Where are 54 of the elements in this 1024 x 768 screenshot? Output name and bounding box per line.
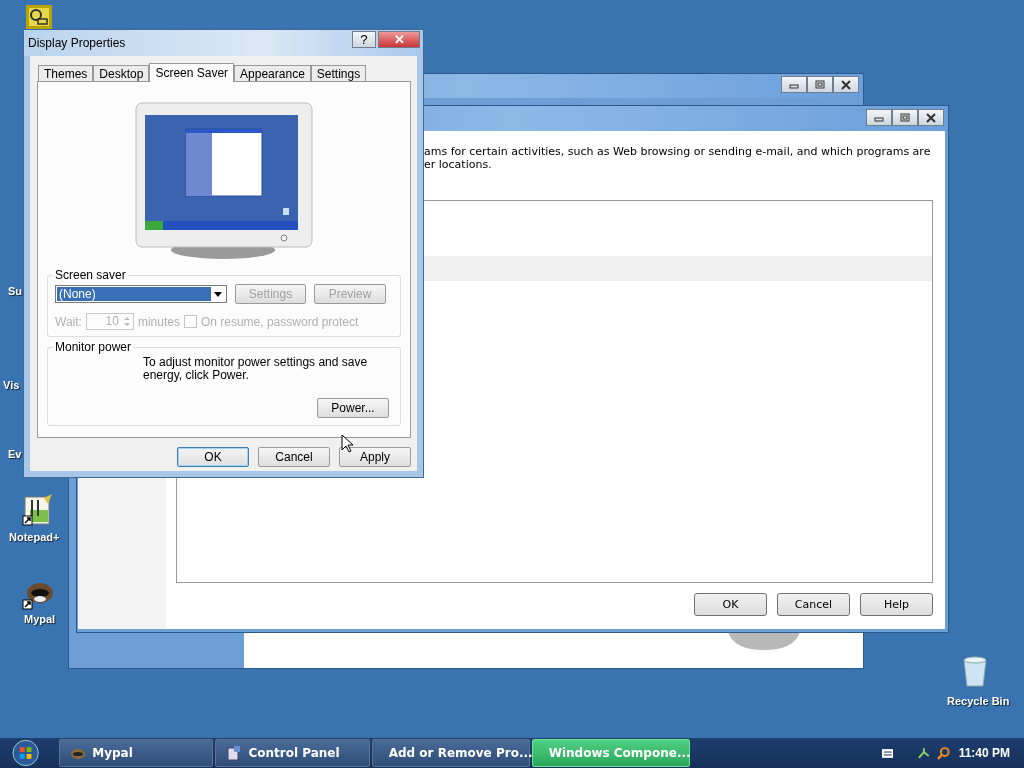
- dialog-button[interactable]: Help: [860, 593, 933, 616]
- recycle-bin-icon: [962, 656, 988, 688]
- wait-label: Wait:: [55, 314, 82, 329]
- tab[interactable]: Settings: [310, 65, 367, 81]
- tab[interactable]: Themes: [38, 65, 94, 81]
- power-button[interactable]: Power...: [317, 398, 389, 418]
- dialog-button[interactable]: Apply: [339, 447, 411, 467]
- desktop-icon-label: Ev: [8, 448, 22, 461]
- caret-icon: [211, 289, 225, 299]
- description-text: ams for certain activities, such as Web browsing or sending e-mail, and which programs are: [424, 145, 932, 158]
- power-description: To adjust monitor power settings and save energy, click Power.: [143, 356, 369, 382]
- keyboard-icon[interactable]: [881, 748, 894, 758]
- close-icon: [841, 79, 851, 90]
- group-label: Monitor power: [54, 340, 133, 354]
- monitor-stand-drawing: [728, 632, 800, 650]
- search-icon[interactable]: [937, 746, 951, 760]
- raccoon-icon: [70, 746, 87, 760]
- notepad-icon: [22, 494, 54, 526]
- minimize-button[interactable]: [781, 76, 807, 93]
- desktop-icon-label: Vis: [3, 379, 20, 392]
- taskbar-button[interactable]: Add or Remove Pro...: [371, 739, 530, 767]
- maximize-icon: [815, 80, 825, 89]
- description-text: er locations.: [424, 158, 493, 171]
- taskbar-button[interactable]: Control Panel: [215, 739, 370, 767]
- desktop-icon-label[interactable]: Notepad+: [9, 531, 60, 544]
- taskbar-button[interactable]: Mypal: [59, 739, 214, 767]
- tab[interactable]: Desktop: [93, 65, 150, 81]
- dialog-button[interactable]: Cancel: [258, 447, 330, 467]
- scheduled-task-icon[interactable]: [26, 5, 52, 29]
- dialog-button[interactable]: OK: [177, 447, 249, 467]
- clock[interactable]: 11:40 PM: [958, 746, 1010, 760]
- dialog-button[interactable]: Cancel: [777, 593, 850, 616]
- maximize-icon: [900, 113, 910, 122]
- close-button[interactable]: [918, 109, 944, 126]
- control-panel-icon: [226, 745, 243, 761]
- tab[interactable]: Screen Saver: [149, 63, 235, 82]
- minimize-button[interactable]: [866, 109, 892, 126]
- minutes-label: minutes: [137, 314, 180, 329]
- checkbox-label: On resume, password protect: [200, 314, 359, 329]
- help-button[interactable]: ?: [352, 31, 376, 48]
- desktop-icon-label: Su: [8, 285, 23, 298]
- dialog-button[interactable]: OK: [694, 593, 767, 616]
- maximize-button[interactable]: [807, 76, 833, 93]
- desktop-icon-label[interactable]: Mypal: [24, 613, 56, 626]
- maximize-button[interactable]: [892, 109, 918, 126]
- network-icon[interactable]: [917, 746, 931, 760]
- close-icon: [926, 112, 936, 123]
- start-button-icon[interactable]: [12, 739, 40, 767]
- close-button[interactable]: [833, 76, 859, 93]
- tab[interactable]: Appearance: [234, 65, 311, 81]
- desktop-icon-label[interactable]: Recycle Bin: [947, 695, 1010, 708]
- screen-saver-dropdown[interactable]: (None): [55, 285, 227, 303]
- window-title: Display Properties: [28, 36, 126, 50]
- group-label: Screen saver: [54, 268, 127, 282]
